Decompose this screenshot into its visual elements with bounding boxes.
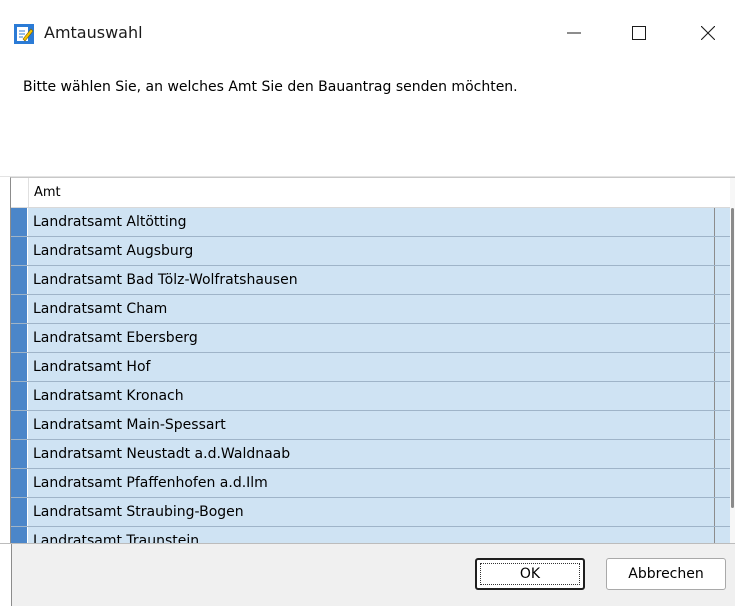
column-header-amt[interactable]: Amt (29, 178, 724, 207)
table-row[interactable]: Landratsamt Ebersberg (11, 324, 733, 353)
row-selector[interactable] (11, 527, 28, 544)
row-selector[interactable] (11, 266, 28, 294)
close-button[interactable] (683, 14, 733, 52)
table-row[interactable]: Landratsamt Altötting (11, 208, 733, 237)
row-selector[interactable] (11, 382, 28, 410)
row-selector[interactable] (11, 353, 28, 381)
dialog-window: Amtauswahl Bitte wählen Sie, an welches … (0, 0, 735, 606)
row-selector[interactable] (11, 237, 28, 265)
list-border-extension (0, 544, 12, 606)
table-row[interactable]: Landratsamt Traunstein (11, 527, 733, 544)
scrollbar-thumb[interactable] (731, 208, 734, 508)
minimize-icon (567, 26, 581, 40)
table-header: Amt (11, 178, 733, 208)
row-selector[interactable] (11, 469, 28, 497)
table-row[interactable]: Landratsamt Cham (11, 295, 733, 324)
office-name-cell: Landratsamt Ebersberg (28, 324, 715, 352)
edit-document-icon (14, 24, 34, 44)
row-header-corner (11, 178, 29, 207)
ok-button[interactable]: OK (475, 558, 585, 590)
minimize-button[interactable] (549, 14, 599, 52)
table-row[interactable]: Landratsamt Kronach (11, 382, 733, 411)
office-list[interactable]: Amt Landratsamt Altötting Landratsamt Aug… (10, 177, 735, 544)
table-row[interactable]: Landratsamt Straubing-Bogen (11, 498, 733, 527)
office-name-cell: Landratsamt Augsburg (28, 237, 715, 265)
table-row[interactable]: Landratsamt Augsburg (11, 237, 733, 266)
office-name-cell: Landratsamt Kronach (28, 382, 715, 410)
message-panel: Bitte wählen Sie, an welches Amt Sie den… (0, 66, 735, 177)
row-selector[interactable] (11, 498, 28, 526)
window-title: Amtauswahl (44, 23, 143, 42)
office-name-cell: Landratsamt Hof (28, 353, 715, 381)
table-row[interactable]: Landratsamt Pfaffenhofen a.d.Ilm (11, 469, 733, 498)
office-name-cell: Landratsamt Pfaffenhofen a.d.Ilm (28, 469, 715, 497)
cancel-button[interactable]: Abbrechen (606, 558, 726, 590)
office-name-cell: Landratsamt Neustadt a.d.Waldnaab (28, 440, 715, 468)
maximize-icon (632, 26, 646, 40)
table-row[interactable]: Landratsamt Bad Tölz-Wolfratshausen (11, 266, 733, 295)
office-name-cell: Landratsamt Altötting (28, 208, 715, 236)
office-name-cell: Landratsamt Cham (28, 295, 715, 323)
row-selector[interactable] (11, 324, 28, 352)
cancel-label: Abbrechen (628, 566, 704, 582)
vertical-scrollbar[interactable] (730, 178, 735, 544)
office-name-cell: Landratsamt Bad Tölz-Wolfratshausen (28, 266, 715, 294)
office-name-cell: Landratsamt Straubing-Bogen (28, 498, 715, 526)
row-selector[interactable] (11, 440, 28, 468)
office-table: Amt Landratsamt Altötting Landratsamt Aug… (11, 178, 733, 544)
row-selector[interactable] (11, 295, 28, 323)
table-body: Landratsamt Altötting Landratsamt Augsbur… (11, 208, 733, 544)
button-bar: OK Abbrechen (0, 543, 735, 606)
row-selector[interactable] (11, 411, 28, 439)
table-row[interactable]: Landratsamt Main-Spessart (11, 411, 733, 440)
office-name-cell: Landratsamt Main-Spessart (28, 411, 715, 439)
focus-rectangle (480, 563, 580, 585)
office-name-cell: Landratsamt Traunstein (28, 527, 715, 544)
row-selector[interactable] (11, 208, 28, 236)
table-row[interactable]: Landratsamt Neustadt a.d.Waldnaab (11, 440, 733, 469)
maximize-button[interactable] (614, 14, 664, 52)
instruction-text: Bitte wählen Sie, an welches Amt Sie den… (23, 79, 518, 95)
title-bar[interactable]: Amtauswahl (0, 0, 735, 66)
table-row[interactable]: Landratsamt Hof (11, 353, 733, 382)
close-icon (701, 26, 715, 40)
